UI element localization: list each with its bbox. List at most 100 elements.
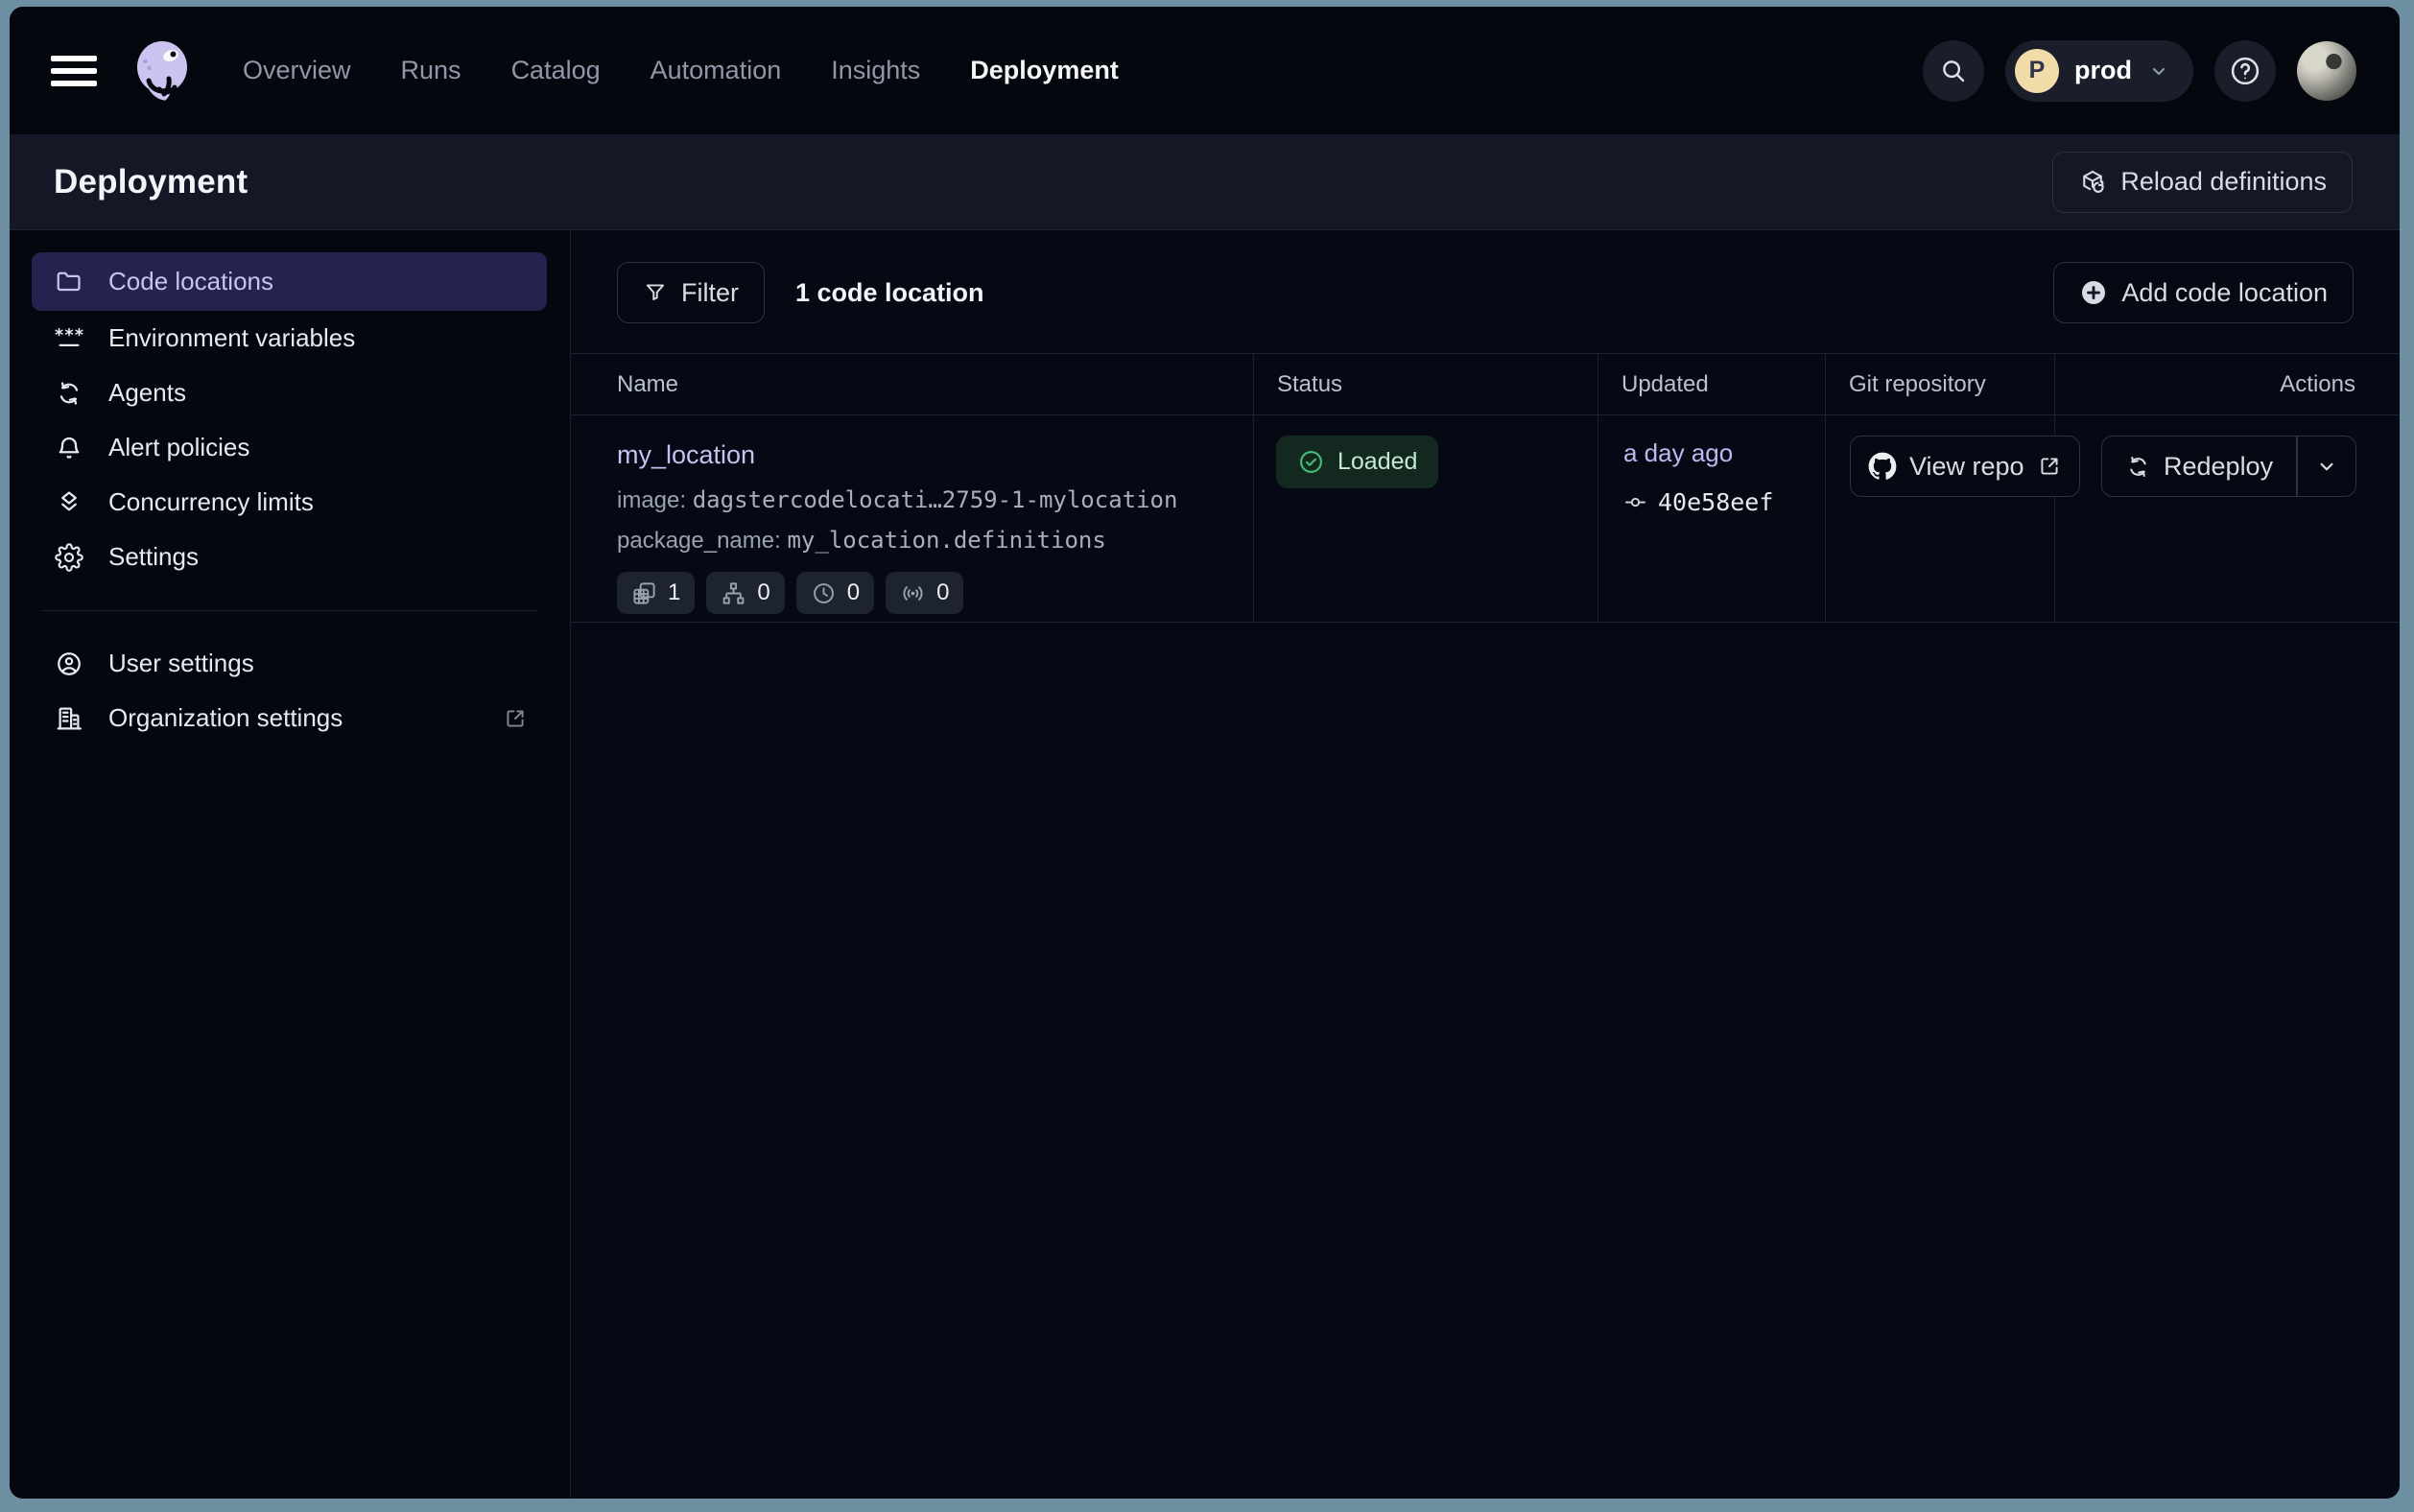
sidebar-item-label: Environment variables [108, 323, 355, 353]
code-locations-toolbar: Filter 1 code location Add code location [617, 259, 2354, 326]
sidebar-item-label: User settings [108, 649, 254, 678]
filter-button[interactable]: Filter [617, 262, 765, 323]
sidebar-item-label: Agents [108, 378, 186, 408]
search-icon [1939, 57, 1968, 85]
code-locations-table: Name Status Updated Git repository Actio… [571, 353, 2400, 623]
search-button[interactable] [1923, 40, 1984, 102]
status-label: Loaded [1337, 448, 1417, 476]
add-code-location-button[interactable]: Add code location [2053, 262, 2354, 323]
image-line: image: dagstercodelocati…2759-1-mylocati… [617, 486, 1234, 514]
code-location-link[interactable]: my_location [617, 440, 755, 469]
sidebar-item-alert-policies[interactable]: Alert policies [32, 420, 547, 475]
sidebar-item-label: Alert policies [108, 433, 249, 462]
page-title: Deployment [54, 163, 248, 201]
status-cell: Loaded [1254, 415, 1598, 622]
layers-icon [55, 488, 83, 517]
sidebar-item-label: Code locations [108, 267, 273, 296]
sidebar-item-label: Organization settings [108, 703, 343, 733]
schedules-count-badge[interactable]: 0 [796, 572, 874, 614]
actions-cell: Redeploy [2055, 415, 2400, 622]
hamburger-menu-icon[interactable] [51, 52, 97, 90]
agents-sync-icon [55, 379, 83, 408]
nav-link-overview[interactable]: Overview [243, 56, 351, 85]
column-header-updated: Updated [1598, 354, 1826, 414]
column-header-name: Name [571, 354, 1254, 414]
code-location-count: 1 code location [795, 278, 984, 308]
redeploy-button[interactable]: Redeploy [2102, 437, 2296, 496]
table-header-row: Name Status Updated Git repository Actio… [571, 354, 2400, 415]
redeploy-menu-button[interactable] [2298, 437, 2355, 496]
sidebar-item-label: Settings [108, 542, 199, 572]
dagster-logo[interactable] [128, 35, 199, 106]
building-icon [55, 704, 83, 733]
view-repo-button[interactable]: View repo [1850, 436, 2080, 497]
dagster-app-window: Overview Runs Catalog Automation Insight… [10, 7, 2400, 1499]
sensors-count-badge[interactable]: 0 [886, 572, 963, 614]
workspace-badge: P [2015, 49, 2059, 93]
sensor-signal-icon [900, 580, 926, 606]
assets-count: 1 [668, 579, 680, 606]
top-navigation-bar: Overview Runs Catalog Automation Insight… [10, 7, 2400, 134]
redeploy-sync-icon [2125, 454, 2151, 480]
chevron-down-icon [2147, 59, 2170, 83]
commit-line: 40e58eef [1623, 488, 1825, 516]
updated-cell: a day ago 40e58eef [1598, 415, 1826, 622]
column-header-status: Status [1254, 354, 1598, 414]
table-row: my_location image: dagstercodelocati…275… [571, 415, 2400, 623]
jobs-graph-icon [721, 580, 746, 606]
commit-icon [1623, 490, 1647, 514]
jobs-count-badge[interactable]: 0 [706, 572, 784, 614]
schedule-clock-icon [811, 580, 837, 606]
filter-label: Filter [681, 278, 739, 308]
bell-icon [55, 434, 83, 462]
definition-count-badges: 1 [617, 572, 1234, 614]
schedules-count: 0 [847, 579, 860, 606]
reload-definitions-label: Reload definitions [2120, 167, 2327, 197]
nav-link-deployment[interactable]: Deployment [970, 56, 1119, 85]
content-area: Code locations *** Environment variables [10, 230, 2400, 1499]
package-value: my_location.definitions [787, 527, 1105, 554]
topnav-right-controls: P prod [1923, 40, 2356, 102]
code-locations-panel: Filter 1 code location Add code location [571, 230, 2400, 1499]
updated-time-link[interactable]: a day ago [1623, 438, 1733, 467]
user-avatar[interactable] [2297, 41, 2356, 101]
assets-grid-icon [631, 580, 657, 606]
user-circle-icon [55, 650, 83, 678]
check-circle-icon [1297, 448, 1325, 476]
jobs-count: 0 [757, 579, 769, 606]
workspace-switcher[interactable]: P prod [2005, 40, 2193, 102]
deployment-sidebar: Code locations *** Environment variables [10, 230, 571, 1499]
nav-link-catalog[interactable]: Catalog [511, 56, 601, 85]
sidebar-item-concurrency-limits[interactable]: Concurrency limits [32, 475, 547, 530]
help-button[interactable] [2214, 40, 2276, 102]
redeploy-split-button: Redeploy [2101, 436, 2356, 497]
env-vars-icon: *** [55, 324, 83, 353]
image-label: image: [617, 487, 686, 513]
external-link-icon [2037, 454, 2062, 479]
package-line: package_name: my_location.definitions [617, 527, 1234, 555]
nav-link-insights[interactable]: Insights [831, 56, 920, 85]
sidebar-item-code-locations[interactable]: Code locations [32, 252, 547, 311]
folder-icon [55, 268, 83, 296]
plus-circle-icon [2079, 278, 2108, 307]
nav-link-runs[interactable]: Runs [401, 56, 462, 85]
github-icon [1868, 452, 1897, 481]
column-header-git-repository: Git repository [1826, 354, 2055, 414]
svg-text:***: *** [55, 325, 83, 344]
redeploy-label: Redeploy [2164, 452, 2273, 482]
nav-link-automation[interactable]: Automation [651, 56, 782, 85]
column-header-actions: Actions [2055, 354, 2400, 414]
sidebar-item-agents[interactable]: Agents [32, 366, 547, 420]
git-repository-cell: View repo [1826, 415, 2055, 622]
sidebar-item-label: Concurrency limits [108, 487, 314, 517]
reload-definitions-button[interactable]: Reload definitions [2052, 152, 2353, 213]
sidebar-item-user-settings[interactable]: User settings [32, 636, 547, 691]
reload-definitions-icon [2078, 168, 2107, 197]
sidebar-item-organization-settings[interactable]: Organization settings [32, 691, 547, 745]
sidebar-item-environment-variables[interactable]: *** Environment variables [32, 311, 547, 366]
filter-funnel-icon [643, 280, 668, 305]
sidebar-item-settings[interactable]: Settings [32, 530, 547, 584]
assets-count-badge[interactable]: 1 [617, 572, 695, 614]
commit-hash[interactable]: 40e58eef [1658, 488, 1773, 516]
external-link-icon [503, 706, 528, 731]
